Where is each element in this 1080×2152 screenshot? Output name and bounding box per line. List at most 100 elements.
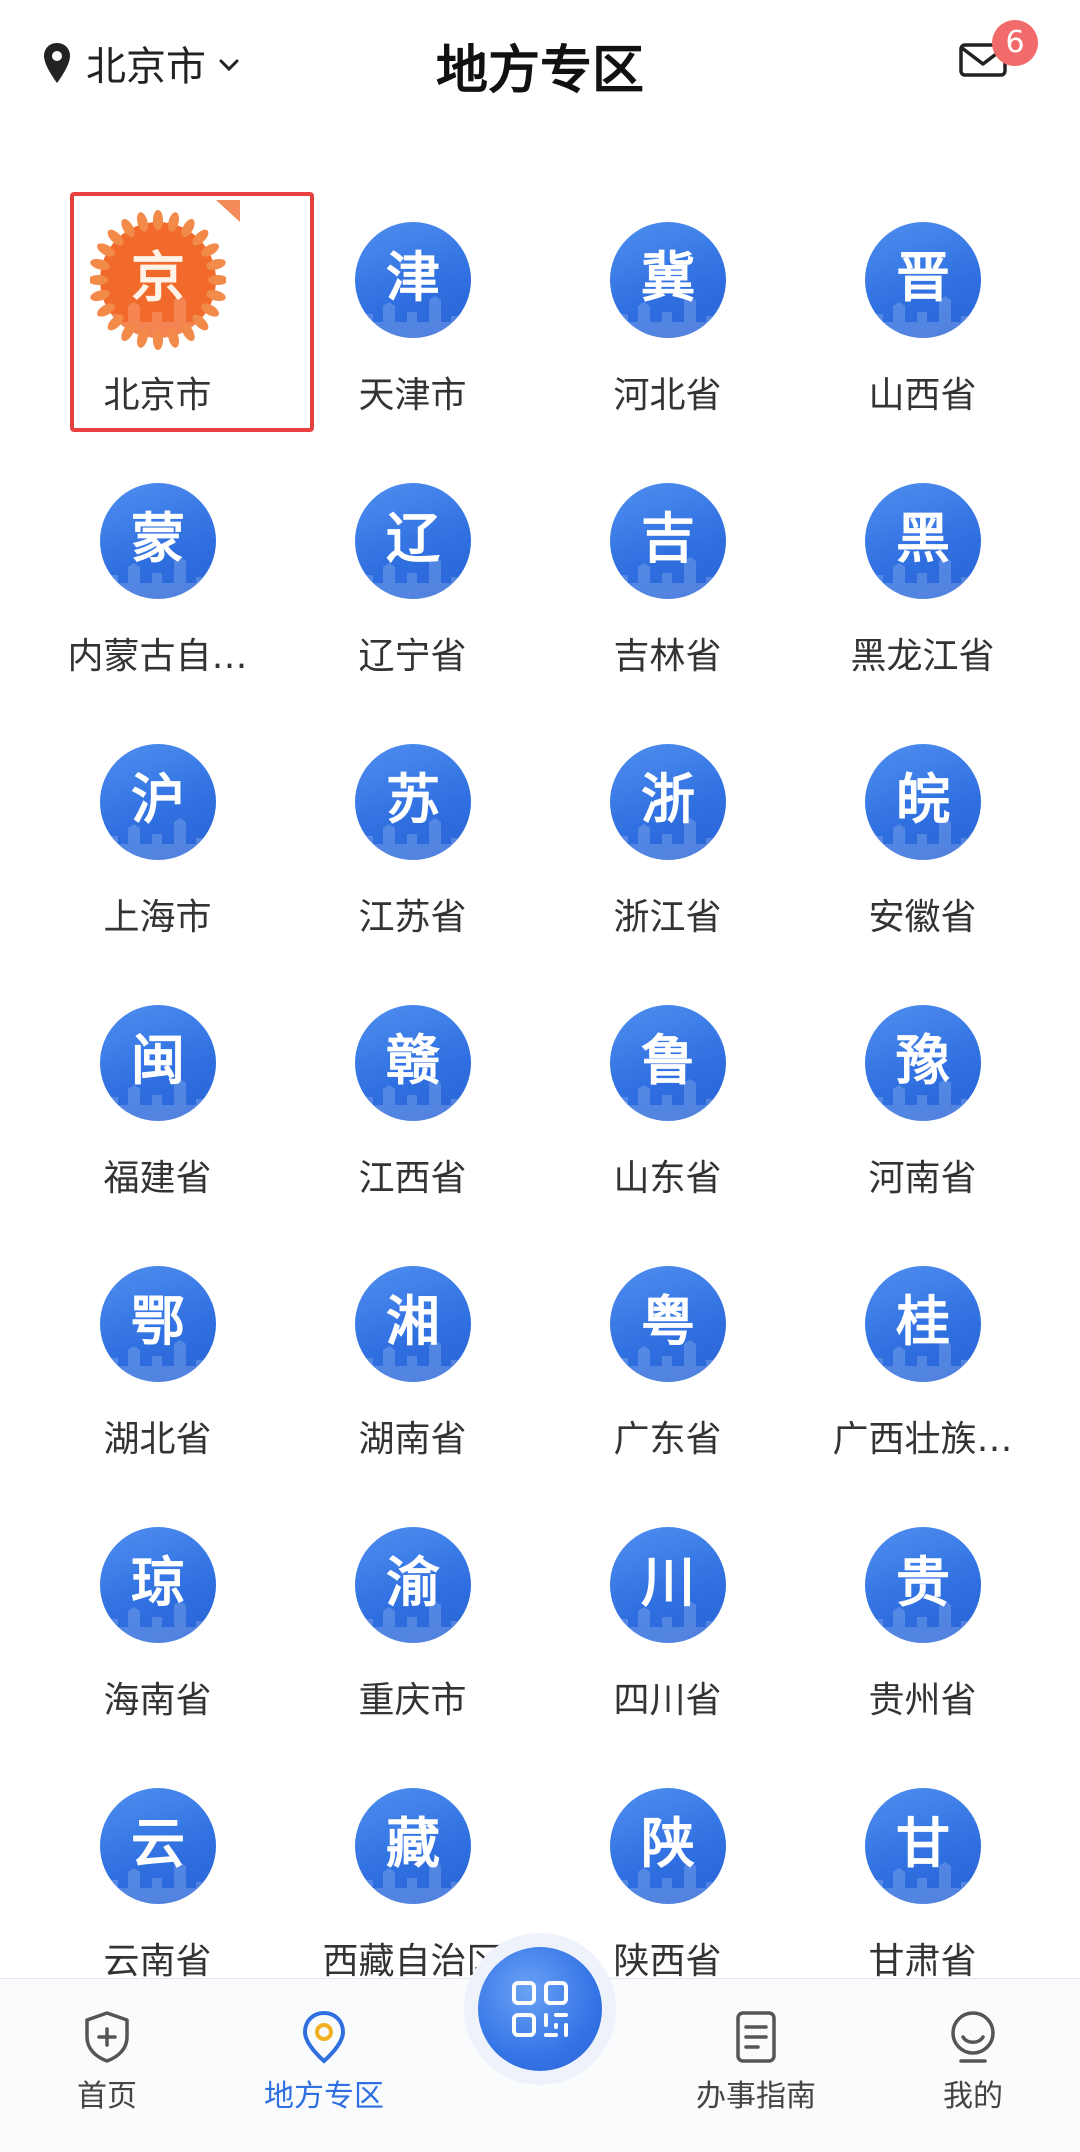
region-item[interactable]: 蒙内蒙古自… [30, 483, 285, 703]
region-label: 辽宁省 [358, 636, 467, 677]
region-label: 河南省 [868, 1158, 977, 1199]
region-item[interactable]: 苏江苏省 [285, 744, 540, 964]
region-glyph: 晋 [896, 246, 950, 309]
region-label: 河北省 [613, 375, 722, 416]
region-label: 福建省 [103, 1158, 212, 1199]
region-item[interactable]: 浙浙江省 [540, 744, 795, 964]
region-item[interactable]: 云云南省 [30, 1788, 285, 2008]
region-item[interactable]: 桂广西壮族… [795, 1266, 1050, 1486]
region-item[interactable]: 沪上海市 [30, 744, 285, 964]
region-emblem-icon: 赣 [355, 1005, 471, 1121]
region-emblem-icon: 吉 [610, 483, 726, 599]
region-glyph: 赣 [386, 1029, 440, 1092]
region-label: 广西壮族… [832, 1419, 1013, 1460]
region-label: 浙江省 [613, 897, 722, 938]
region-label: 湖北省 [103, 1419, 212, 1460]
region-item[interactable]: 赣江西省 [285, 1005, 540, 1225]
region-glyph: 川 [641, 1551, 695, 1614]
nav-guide-label: 办事指南 [696, 2079, 816, 2114]
region-emblem-icon: 沪 [100, 744, 216, 860]
region-emblem-icon: 藏 [355, 1788, 471, 1904]
region-item[interactable]: 津天津市 [285, 222, 540, 442]
qr-code-icon [512, 1981, 568, 2037]
region-item[interactable]: 皖安徽省 [795, 744, 1050, 964]
smiley-face-icon [951, 2011, 995, 2063]
region-glyph: 黑 [896, 507, 950, 570]
nav-home-label: 首页 [77, 2079, 137, 2114]
region-label: 黑龙江省 [850, 636, 995, 677]
region-label: 重庆市 [358, 1680, 467, 1721]
region-item[interactable]: 甘甘肃省 [795, 1788, 1050, 2008]
region-emblem-icon: 黑 [865, 483, 981, 599]
region-emblem-icon: 闽 [100, 1005, 216, 1121]
region-glyph: 鲁 [641, 1029, 695, 1092]
shield-plus-icon [85, 2011, 129, 2063]
document-icon [736, 2011, 776, 2063]
region-glyph: 沪 [131, 768, 185, 831]
region-item[interactable]: 辽辽宁省 [285, 483, 540, 703]
region-emblem-icon: 津 [355, 222, 471, 338]
region-glyph: 蒙 [131, 507, 185, 570]
location-marker-icon [302, 2010, 346, 2064]
region-item[interactable]: 闽福建省 [30, 1005, 285, 1225]
region-glyph: 鄂 [131, 1290, 185, 1353]
region-label: 湖南省 [358, 1419, 467, 1460]
nav-guide[interactable]: 办事指南 [676, 2009, 836, 2129]
region-label: 山西省 [868, 375, 977, 416]
region-glyph: 贵 [896, 1551, 950, 1614]
region-glyph: 浙 [641, 768, 695, 831]
region-item[interactable]: 吉吉林省 [540, 483, 795, 703]
region-item[interactable]: 贵贵州省 [795, 1527, 1050, 1747]
region-glyph: 冀 [641, 246, 695, 309]
region-emblem-icon: 陕 [610, 1788, 726, 1904]
region-glyph: 豫 [896, 1029, 950, 1092]
region-emblem-icon: 晋 [865, 222, 981, 338]
region-item[interactable]: 鲁山东省 [540, 1005, 795, 1225]
region-label: 海南省 [103, 1680, 212, 1721]
region-item[interactable]: 川四川省 [540, 1527, 795, 1747]
region-item[interactable]: 渝重庆市 [285, 1527, 540, 1747]
nav-local[interactable]: 地方专区 [244, 2009, 404, 2129]
region-glyph: 甘 [896, 1812, 950, 1875]
region-glyph: 藏 [386, 1812, 440, 1875]
region-item[interactable]: 湘湖南省 [285, 1266, 540, 1486]
region-emblem-icon: 粤 [610, 1266, 726, 1382]
region-emblem-icon: 浙 [610, 744, 726, 860]
region-emblem-icon: 皖 [865, 744, 981, 860]
region-emblem-icon: 苏 [355, 744, 471, 860]
region-glyph: 桂 [896, 1290, 950, 1353]
nav-home[interactable]: 首页 [27, 2009, 187, 2129]
region-glyph: 陕 [641, 1812, 695, 1875]
region-emblem-icon: 辽 [355, 483, 471, 599]
region-emblem-icon: 豫 [865, 1005, 981, 1121]
region-item[interactable]: 琼海南省 [30, 1527, 285, 1747]
region-glyph: 粤 [641, 1290, 695, 1353]
region-item[interactable]: 冀河北省 [540, 222, 795, 442]
nav-mine[interactable]: 我的 [893, 2009, 1053, 2129]
region-emblem-icon: 渝 [355, 1527, 471, 1643]
corner-flag-icon [216, 200, 240, 222]
region-glyph: 津 [386, 246, 440, 309]
region-emblem-icon: 云 [100, 1788, 216, 1904]
region-emblem-icon: 冀 [610, 222, 726, 338]
region-label: 广东省 [613, 1419, 722, 1460]
nav-mine-label: 我的 [943, 2079, 1003, 2114]
region-glyph: 琼 [131, 1551, 185, 1614]
region-item[interactable]: 豫河南省 [795, 1005, 1050, 1225]
region-item[interactable]: 晋山西省 [795, 222, 1050, 442]
region-glyph: 渝 [386, 1551, 440, 1614]
selected-region-highlight [70, 192, 314, 432]
region-label: 天津市 [358, 375, 467, 416]
region-label: 贵州省 [868, 1680, 977, 1721]
region-emblem-icon: 湘 [355, 1266, 471, 1382]
region-item[interactable]: 鄂湖北省 [30, 1266, 285, 1486]
region-emblem-icon: 甘 [865, 1788, 981, 1904]
region-item[interactable]: 粤广东省 [540, 1266, 795, 1486]
region-glyph: 辽 [386, 507, 440, 570]
region-label: 云南省 [103, 1941, 212, 1982]
region-emblem-icon: 川 [610, 1527, 726, 1643]
region-label: 内蒙古自… [67, 636, 248, 677]
scan-qr-button[interactable] [478, 1947, 602, 2071]
region-item[interactable]: 黑黑龙江省 [795, 483, 1050, 703]
region-emblem-icon: 蒙 [100, 483, 216, 599]
